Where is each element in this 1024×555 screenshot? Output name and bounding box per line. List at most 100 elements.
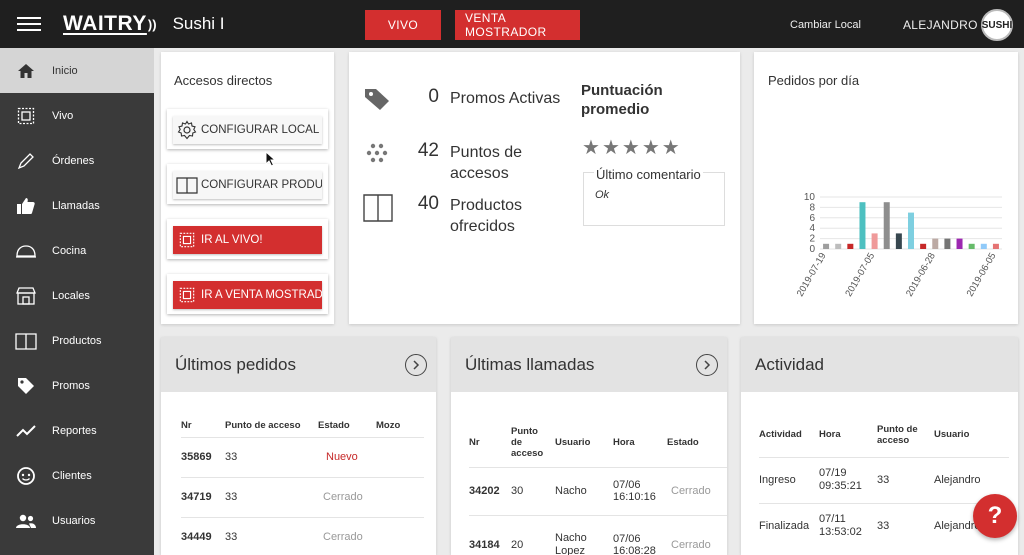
table-header-row: Actividad Hora Punto de acceso Usuario	[759, 413, 1009, 457]
actividad-title: Actividad	[755, 354, 824, 374]
col-mozo: Mozo	[376, 420, 401, 432]
chart-bar[interactable]	[956, 238, 963, 249]
user-name[interactable]: ALEJANDRO	[903, 18, 978, 32]
ultimo-comentario-box: Último comentario Ok	[583, 167, 725, 226]
sidebar-item-label: Vivo	[52, 109, 74, 122]
sidebar-item-llamadas[interactable]: Llamadas	[0, 183, 154, 228]
cloche-icon	[0, 243, 52, 259]
cell-nr: 35869	[181, 436, 225, 477]
thumbs-up-icon	[0, 197, 52, 215]
configurar-local-button[interactable]: CONFIGURAR LOCAL	[173, 116, 322, 144]
sidebar-item-promos[interactable]: Promos	[0, 363, 154, 408]
actividad-table: Actividad Hora Punto de acceso Usuario I…	[759, 413, 1009, 549]
table-row[interactable]: 34184 20 Nacho Lopez 07/06 16:08:28 Cerr…	[469, 514, 727, 555]
sidebar-item-inicio[interactable]: Inicio	[0, 48, 154, 93]
table-row[interactable]: 35869 33 Nuevo	[181, 436, 424, 477]
col-usuario: Usuario	[934, 429, 970, 441]
chart-bar[interactable]	[908, 212, 914, 249]
chevron-right-icon[interactable]	[696, 354, 718, 376]
puntos-accesos-stat: 42 Puntos de accesos	[363, 140, 550, 184]
tag-icon	[0, 376, 52, 396]
users-icon	[0, 513, 52, 529]
avatar[interactable]: SUSHI	[981, 9, 1013, 41]
chart-bar[interactable]	[980, 243, 987, 249]
pencil-icon	[0, 151, 52, 171]
vivo-button[interactable]: VIVO	[365, 10, 441, 40]
cell-mozo	[376, 516, 424, 555]
table-row[interactable]: 34449 33 Cerrado	[181, 516, 424, 555]
chart-bar[interactable]	[920, 243, 927, 249]
table-row[interactable]: Ingreso 07/19 09:35:21 33 Alejandro	[759, 456, 1009, 503]
chart-bar[interactable]	[895, 233, 902, 249]
sidebar-item-reportes[interactable]: Reportes	[0, 408, 154, 453]
chart-y-tick-label: 8	[809, 202, 815, 213]
sidebar-item-clientes[interactable]: Clientes	[0, 453, 154, 498]
cell-mozo	[376, 436, 424, 477]
cambiar-local-link[interactable]: Cambiar Local	[790, 19, 861, 31]
configurar-local-shortcut: CONFIGURAR LOCAL	[167, 109, 328, 149]
help-button[interactable]: ?	[973, 494, 1017, 538]
ultimo-comentario-title: Último comentario	[594, 167, 703, 182]
ir-a-venta-mostrador-button[interactable]: IR A VENTA MOSTRADOR	[173, 281, 322, 309]
chart-bar[interactable]	[992, 243, 999, 249]
cell-hora: 07/19 09:35:21	[819, 456, 877, 503]
configurar-productos-button[interactable]: CONFIGURAR PRODUCTOS	[173, 171, 322, 199]
menu-icon[interactable]	[17, 17, 41, 31]
chart-bar[interactable]	[883, 202, 890, 249]
productos-ofrecidos-label: Productos ofrecidos	[450, 197, 523, 235]
sidebar-item-label: Productos	[52, 334, 102, 347]
sidebar-item-label: Clientes	[52, 469, 92, 482]
ir-al-vivo-button[interactable]: IR AL VIVO!	[173, 226, 322, 254]
chart-bar[interactable]	[871, 233, 878, 249]
ultimos-pedidos-table: Nr Punto de acceso Estado Mozo 35869 33 …	[181, 415, 424, 555]
sidebar: Inicio Vivo Órdenes Llamadas Cocina Loca…	[0, 48, 154, 555]
ultimos-pedidos-panel: Últimos pedidos Nr Punto de acceso Estad…	[161, 337, 436, 555]
chart-x-tick-label: 2019-06-28	[904, 251, 938, 299]
table-row[interactable]: 34719 33 Cerrado	[181, 476, 424, 517]
trend-icon	[0, 424, 52, 438]
sidebar-item-usuarios[interactable]: Usuarios	[0, 498, 154, 543]
chart-bar[interactable]	[859, 202, 866, 249]
sidebar-item-vivo[interactable]: Vivo	[0, 93, 154, 138]
sidebar-item-locales[interactable]: Locales	[0, 273, 154, 318]
logo[interactable]: WAITRY	[63, 12, 147, 36]
chart-bar[interactable]	[823, 243, 830, 249]
chart-bar[interactable]	[944, 238, 951, 249]
chart-bar[interactable]	[968, 243, 975, 249]
live-icon	[173, 287, 201, 303]
venta-mostrador-button[interactable]: VENTA MOSTRADOR	[455, 10, 580, 40]
cell-nr: 34719	[181, 476, 225, 517]
accesos-directos-card: Accesos directos CONFIGURAR LOCAL CONFIG…	[161, 52, 334, 324]
cell-estado: Cerrado	[667, 466, 727, 515]
chart-y-tick-label: 2	[809, 234, 815, 245]
chart-bar[interactable]	[847, 243, 854, 249]
col-nr: Nr	[469, 437, 480, 449]
book-icon	[173, 176, 201, 194]
table-header-row: Nr Punto de acceso Estado Mozo	[181, 415, 424, 437]
ultimas-llamadas-table: Nr Punto de acceso Usuario Hora Estado 3…	[469, 419, 727, 555]
chart-bar[interactable]	[932, 238, 939, 249]
cell-nr: 34184	[469, 514, 511, 555]
col-hora: Hora	[819, 429, 841, 441]
ultimas-llamadas-header: Últimas llamadas	[451, 337, 727, 392]
book-icon	[0, 332, 52, 350]
table-row[interactable]: 34202 30 Nacho 07/06 16:10:16 Cerrado	[469, 466, 727, 515]
chart-bar[interactable]	[835, 243, 842, 249]
chart-x-tick-label: 2019-07-05	[843, 251, 877, 299]
chevron-right-icon[interactable]	[405, 354, 427, 376]
col-punto: Punto de acceso	[511, 426, 544, 460]
cell-estado: Nuevo	[318, 436, 376, 477]
sidebar-item-ordenes[interactable]: Órdenes	[0, 138, 154, 183]
sidebar-item-productos[interactable]: Productos	[0, 318, 154, 363]
col-nr: Nr	[181, 420, 192, 432]
sidebar-item-label: Usuarios	[52, 514, 96, 527]
ultimas-llamadas-title: Últimas llamadas	[465, 354, 595, 374]
chart-y-tick-label: 6	[809, 213, 815, 224]
col-estado: Estado	[318, 420, 350, 432]
mouse-cursor-icon	[265, 151, 276, 167]
logo-signal-icon: ))	[147, 16, 157, 32]
face-icon	[0, 466, 52, 486]
sidebar-item-cocina[interactable]: Cocina	[0, 228, 154, 273]
table-row[interactable]: Finalizada 07/11 13:53:02 33 Alejandro	[759, 502, 1009, 549]
configurar-productos-shortcut: CONFIGURAR PRODUCTOS	[167, 164, 328, 204]
